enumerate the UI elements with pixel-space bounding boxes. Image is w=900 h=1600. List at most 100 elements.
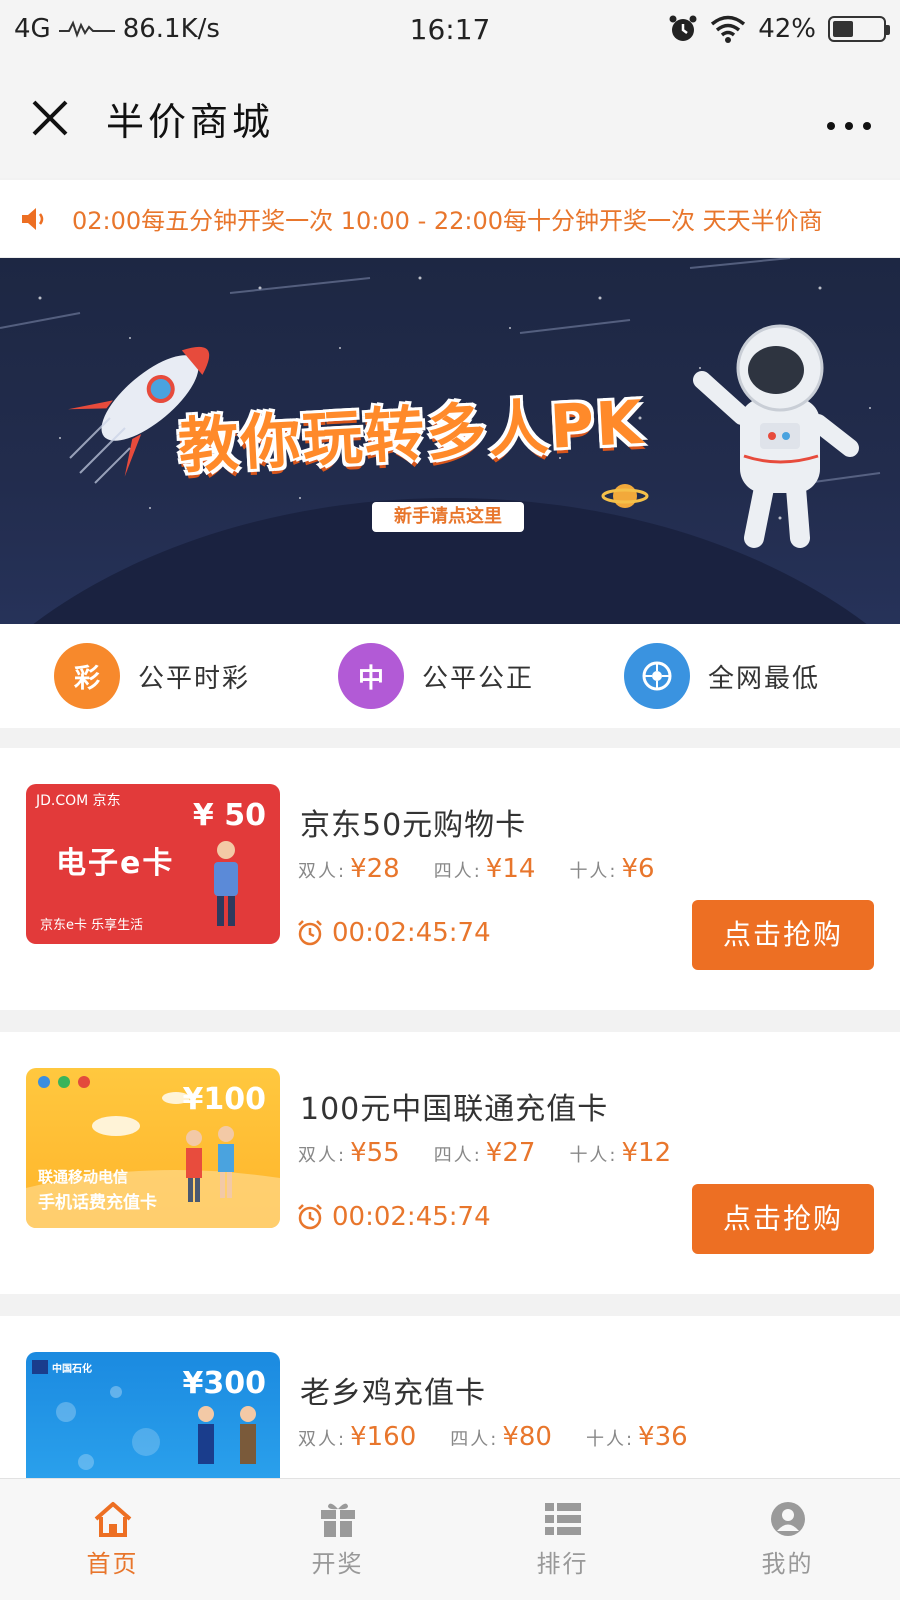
countdown-text: 00:02:45:74	[332, 918, 491, 948]
thumb-brand: JD.COM 京东	[36, 793, 121, 809]
home-icon	[94, 1502, 131, 1537]
price-label: 十人:	[569, 1145, 618, 1166]
wifi-icon	[711, 15, 746, 43]
thumb-amount: ¥100	[182, 1082, 267, 1117]
price-value: ¥14	[485, 854, 536, 884]
price-label: 双人:	[298, 1145, 347, 1166]
price-two: 双人: ¥160	[298, 1422, 416, 1452]
more-button[interactable]	[826, 95, 872, 141]
price-value: ¥28	[350, 854, 400, 884]
buy-now-button[interactable]: 点击抢购	[692, 900, 874, 970]
tab-profile[interactable]: 我的	[675, 1479, 900, 1600]
product-card: JD.COM 京东 ¥ 50 电子e卡 京东e卡 乐享生活 京东50元购物卡 双…	[0, 748, 900, 1010]
price-value: ¥27	[485, 1138, 536, 1168]
product-card: 中国石化 ¥300 老乡鸡充值卡 双人: ¥160 四人: ¥80 十人: ¥3…	[0, 1316, 900, 1478]
notice-bar[interactable]: 02:00每五分钟开奖一次 10:00 - 22:00每十分钟开奖一次 天天半价…	[0, 180, 900, 258]
feature-label: 全网最低	[708, 663, 821, 694]
more-dots-icon	[827, 122, 871, 130]
price-value: ¥36	[638, 1422, 688, 1452]
notice-text: 02:00每五分钟开奖一次 10:00 - 22:00每十分钟开奖一次 天天半价…	[72, 207, 823, 235]
product-name[interactable]: 100元中国联通充值卡	[300, 1084, 608, 1128]
globe-icon	[642, 661, 672, 691]
feature-item: 全网最低	[560, 643, 840, 709]
bottom-tab-bar: 首页 开奖 排行 我的	[0, 1478, 900, 1600]
product-thumbnail[interactable]: 中国石化 ¥300	[26, 1352, 280, 1478]
feature-label: 公平公正	[422, 663, 535, 694]
price-two: 双人: ¥28	[298, 854, 400, 884]
price-four: 四人: ¥80	[450, 1422, 552, 1452]
buy-now-button[interactable]: 点击抢购	[692, 1184, 874, 1254]
price-label: 四人:	[433, 861, 482, 882]
close-icon	[32, 100, 68, 136]
thumb-main: 电子e卡	[56, 846, 175, 881]
nav-bar: 半价商城	[0, 58, 900, 178]
thumb-amount: ¥300	[182, 1366, 267, 1401]
battery-percent: 42%	[758, 14, 816, 44]
tab-ranking[interactable]: 排行	[450, 1479, 675, 1600]
price-value: ¥80	[502, 1422, 552, 1452]
network-type: 4G	[14, 14, 51, 44]
price-label: 十人:	[585, 1429, 635, 1450]
price-row: 双人: ¥160 四人: ¥80 十人: ¥36	[298, 1422, 688, 1452]
tab-label: 我的	[761, 1550, 814, 1578]
thumb-amount: ¥ 50	[192, 798, 266, 833]
page-title: 半价商城	[106, 99, 275, 144]
price-label: 四人:	[450, 1429, 499, 1450]
product-card: ¥100 联通移动电信 手机话费充值卡 100元中国联通充值卡 双人: ¥55 …	[0, 1032, 900, 1294]
price-four: 四人: ¥14	[434, 854, 536, 884]
tab-label: 开奖	[311, 1550, 364, 1578]
battery-level	[833, 21, 854, 37]
fair-icon: 中	[338, 643, 404, 709]
thumb-sub: 京东e卡 乐享生活	[40, 918, 144, 933]
signal-wave-icon	[58, 20, 115, 38]
price-row: 双人: ¥55 四人: ¥27 十人: ¥12	[298, 1138, 671, 1168]
price-four: 四人: ¥27	[434, 1138, 536, 1168]
network-speed: 86.1K/s	[122, 14, 220, 44]
price-label: 四人:	[433, 1145, 482, 1166]
clock-icon	[298, 920, 322, 946]
price-ten: 十人: ¥12	[569, 1138, 671, 1168]
thumb-brand: 中国石化	[52, 1364, 92, 1375]
price-ten: 十人: ¥36	[586, 1422, 688, 1452]
thumb-main: 联通移动电信	[38, 1168, 129, 1186]
countdown: 00:02:45:74	[296, 918, 491, 948]
status-bar: 4G 86.1K/s 16:17 42%	[0, 0, 900, 58]
status-left: 4G 86.1K/s	[14, 14, 668, 44]
price-value: ¥6	[621, 854, 655, 884]
tab-draw[interactable]: 开奖	[225, 1479, 450, 1600]
price-label: 十人:	[569, 861, 618, 882]
price-value: ¥160	[350, 1422, 417, 1452]
tab-home[interactable]: 首页	[0, 1479, 225, 1600]
battery-icon	[828, 16, 890, 42]
alarm-icon	[669, 15, 697, 41]
speaker-icon	[22, 207, 44, 230]
price-value: ¥12	[621, 1138, 672, 1168]
price-row: 双人: ¥28 四人: ¥14 十人: ¥6	[298, 854, 655, 884]
feature-label: 公平时彩	[138, 663, 251, 694]
product-thumbnail[interactable]: ¥100 联通移动电信 手机话费充值卡	[26, 1068, 280, 1228]
lowest-price-icon	[624, 643, 690, 709]
feature-strip: 彩 公平时彩 中 公平公正 全网最低	[0, 624, 900, 728]
countdown-text: 00:02:45:74	[332, 1202, 491, 1232]
lottery-icon: 彩	[54, 643, 120, 709]
price-value: ¥55	[350, 1138, 400, 1168]
tab-label: 首页	[86, 1550, 139, 1578]
newbie-guide-button[interactable]: 新手请点这里	[372, 502, 524, 532]
promo-banner[interactable]: 教你玩转多人PK 新手请点这里	[0, 258, 900, 624]
gift-icon	[320, 1503, 355, 1537]
product-name[interactable]: 京东50元购物卡	[300, 800, 526, 844]
price-two: 双人: ¥55	[298, 1138, 400, 1168]
feature-item: 彩 公平时彩	[0, 643, 280, 709]
countdown: 00:02:45:74	[296, 1202, 491, 1232]
status-right: 42%	[668, 14, 890, 44]
close-button[interactable]	[28, 96, 72, 140]
ranking-icon	[544, 1503, 581, 1535]
tab-label: 排行	[536, 1550, 589, 1578]
feature-item: 中 公平公正	[280, 643, 560, 709]
price-label: 双人:	[298, 1429, 347, 1450]
product-thumbnail[interactable]: JD.COM 京东 ¥ 50 电子e卡 京东e卡 乐享生活	[26, 784, 280, 944]
thumb-sub: 手机话费充值卡	[38, 1193, 157, 1213]
clock-icon	[298, 1204, 322, 1230]
profile-icon	[770, 1502, 805, 1536]
product-name[interactable]: 老乡鸡充值卡	[300, 1368, 486, 1412]
